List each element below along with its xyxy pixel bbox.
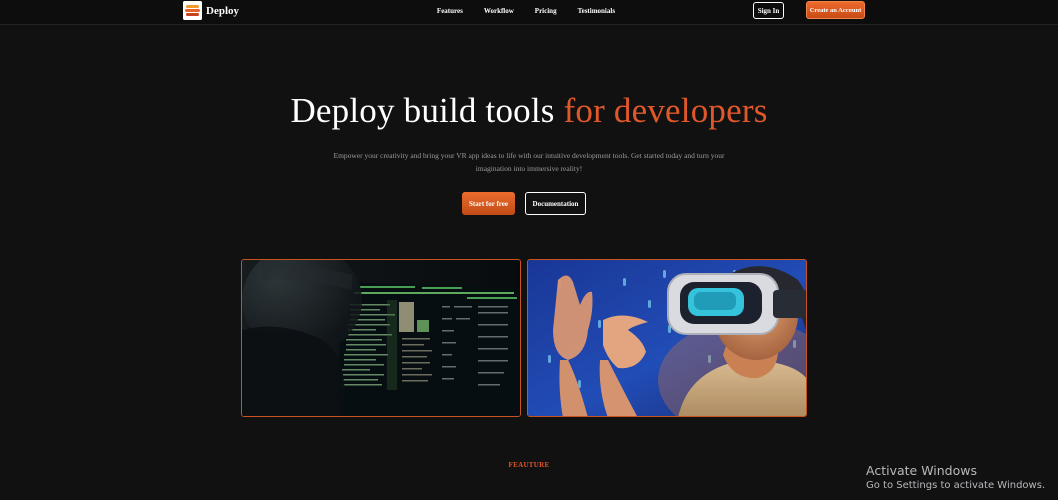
hero-title: Deploy build tools for developers bbox=[0, 91, 1058, 131]
deploy-logo-icon bbox=[183, 1, 202, 20]
start-for-free-button[interactable]: Start for free bbox=[462, 192, 515, 215]
windows-activation-watermark: Activate Windows Go to Settings to activ… bbox=[866, 463, 1045, 493]
hero-subtitle: Empower your creativity and bring your V… bbox=[333, 151, 725, 173]
watermark-subtitle: Go to Settings to activate Windows. bbox=[866, 480, 1046, 491]
hero-title-main: Deploy build tools bbox=[290, 91, 555, 130]
code-screen-image bbox=[241, 259, 521, 417]
navbar: Deploy Features Workflow Pricing Testimo… bbox=[0, 0, 1058, 25]
brand-name: Deploy bbox=[206, 4, 239, 17]
vr-headset-image bbox=[527, 259, 807, 417]
create-account-button[interactable]: Create an Account bbox=[806, 1, 865, 19]
nav-link-workflow[interactable]: Workflow bbox=[484, 7, 514, 15]
watermark-title: Activate Windows bbox=[866, 463, 977, 478]
sign-in-button[interactable]: Sign In bbox=[753, 2, 784, 19]
documentation-button[interactable]: Documentation bbox=[525, 192, 586, 215]
nav-links: Features Workflow Pricing Testimonials bbox=[0, 0, 1058, 22]
brand-link[interactable]: Deploy bbox=[183, 1, 239, 20]
nav-link-testimonials[interactable]: Testimonials bbox=[578, 7, 615, 15]
hero-title-accent: for developers bbox=[563, 91, 768, 130]
nav-link-features[interactable]: Features bbox=[437, 7, 463, 15]
nav-link-pricing[interactable]: Pricing bbox=[535, 7, 557, 15]
